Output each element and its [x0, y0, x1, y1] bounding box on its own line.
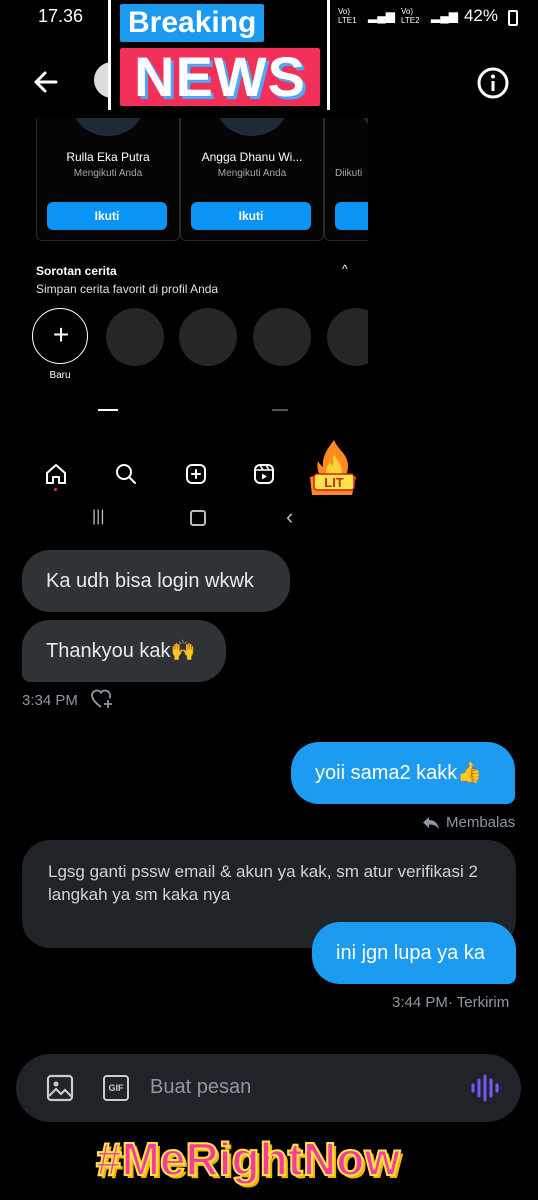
heart-plus-icon[interactable]: [90, 688, 114, 710]
suggestion-name: Angga Dhanu Wi...: [201, 150, 303, 164]
message-bubble-incoming[interactable]: Thankyou kak🙌: [22, 620, 226, 682]
home-nav-icon[interactable]: [190, 510, 206, 526]
message-bubble-outgoing[interactable]: ini jgn lupa ya ka: [312, 922, 516, 984]
message-text: ini jgn lupa ya ka: [336, 942, 485, 964]
suggestion-sub: Mengikuti Anda: [73, 168, 143, 179]
battery-level: 42%: [463, 6, 498, 25]
gif-button[interactable]: GIF: [103, 1075, 129, 1101]
message-timestamp: 3:44 PM: [392, 994, 448, 1011]
message-status: 3:44 PM· Terkirim: [392, 994, 509, 1011]
tab-indicator: [272, 409, 288, 411]
info-icon[interactable]: [476, 66, 510, 100]
signal-icon-2: ▂▄▆: [431, 9, 458, 23]
back-nav-icon[interactable]: ‹: [286, 504, 293, 530]
recents-icon[interactable]: |||: [92, 508, 104, 526]
quoted-message-text: Lgsg ganti pssw email & akun ya kak, sm …: [48, 862, 478, 904]
message-bubble-outgoing[interactable]: yoii sama2 kakk👍: [291, 742, 515, 804]
lit-label: LIT: [324, 475, 344, 490]
highlights-title: Sorotan cerita: [36, 264, 117, 278]
network-label-2: Vo) LTE2: [401, 7, 420, 25]
system-navbar: ||| ‹: [22, 504, 368, 538]
home-icon[interactable]: [44, 462, 68, 486]
follow-button[interactable]: Ikuti: [47, 202, 167, 230]
suggestion-avatar: [217, 118, 287, 136]
voice-message-icon[interactable]: [470, 1074, 500, 1102]
reply-indicator: Membalas: [422, 814, 515, 831]
chevron-up-icon[interactable]: ^: [342, 262, 348, 276]
search-icon[interactable]: [114, 462, 138, 486]
highlight-placeholder: [179, 308, 237, 366]
back-arrow-icon[interactable]: [30, 66, 62, 98]
message-timestamp: 3:34 PM: [22, 692, 78, 709]
plus-icon: +: [52, 319, 70, 350]
message-bubble-incoming[interactable]: Ka udh bisa login wkwk: [22, 550, 290, 612]
breaking-label: Breaking: [120, 4, 265, 42]
lit-fire-sticker: LIT: [310, 440, 356, 495]
news-label: NEWS: [120, 48, 320, 106]
highlight-placeholder: [327, 308, 368, 366]
suggestion-card: Rulla Eka Putra Mengikuti Anda Ikuti: [36, 118, 180, 241]
notification-dot: [54, 488, 57, 491]
sent-status: · Terkirim: [447, 994, 510, 1011]
suggestion-sub: Diikuti: [335, 168, 363, 179]
battery-icon: [508, 10, 518, 26]
reply-arrow-icon: [423, 816, 439, 829]
suggestion-sub: Mengikuti Anda: [217, 168, 287, 179]
new-highlight-button[interactable]: +: [32, 308, 88, 364]
suggestion-card: Diikuti: [324, 118, 368, 241]
reels-icon[interactable]: [252, 462, 276, 486]
follow-button[interactable]: [335, 202, 368, 230]
highlight-placeholder: [106, 308, 164, 366]
message-input[interactable]: Buat pesan: [150, 1076, 251, 1099]
reply-label: Membalas: [446, 814, 516, 831]
message-text: yoii sama2 kakk👍: [315, 762, 483, 784]
signal-icon: ▂▄▆: [368, 9, 395, 23]
suggestion-avatar: [361, 118, 368, 136]
message-text: Ka udh bisa login wkwk: [46, 570, 254, 592]
highlight-placeholder: [253, 308, 311, 366]
new-highlight-label: Baru: [49, 370, 71, 381]
image-icon[interactable]: [46, 1074, 74, 1102]
suggestion-name: Rulla Eka Putra: [66, 150, 150, 164]
hashtag-sticker: #MeRightNow: [95, 1132, 401, 1186]
network-label-1: Vo) LTE1: [338, 7, 357, 25]
create-post-icon[interactable]: [184, 462, 208, 486]
suggestion-avatar: [73, 118, 143, 136]
highlights-subtitle: Simpan cerita favorit di profil Anda: [36, 282, 219, 296]
compose-bar: GIF Buat pesan: [16, 1054, 521, 1122]
tab-indicator: [98, 409, 118, 411]
message-text: Thankyou kak🙌: [46, 640, 196, 662]
follow-button[interactable]: Ikuti: [191, 202, 311, 230]
status-time: 17.36: [38, 6, 84, 26]
suggestion-card: Angga Dhanu Wi... Mengikuti Anda Ikuti: [180, 118, 324, 241]
